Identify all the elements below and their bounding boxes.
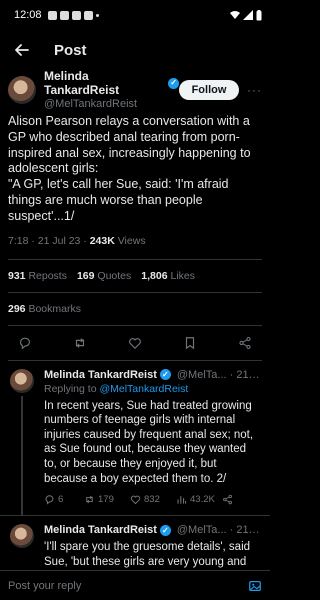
repost-icon bbox=[86, 495, 93, 504]
avatar[interactable] bbox=[10, 368, 34, 393]
reply-input[interactable]: Post your reply bbox=[8, 580, 248, 592]
likes-count: 1,806 bbox=[141, 269, 168, 282]
replying-to-link[interactable]: @MelTankardReist bbox=[99, 383, 188, 395]
image-icon[interactable] bbox=[248, 579, 262, 593]
author-handle[interactable]: @MelTankardReist bbox=[44, 97, 179, 111]
likes-label: Likes bbox=[167, 269, 195, 282]
verified-icon: ✓ bbox=[159, 369, 171, 381]
top-bar: Post bbox=[0, 30, 270, 70]
notification-icons bbox=[47, 10, 99, 20]
reply-composer[interactable]: Post your reply bbox=[0, 570, 270, 600]
reply-actions: 6 179 832 43.2K bbox=[44, 494, 262, 505]
post-timestamp: 7:18 · 21 Jul 23 · bbox=[8, 234, 90, 247]
post-actions bbox=[8, 326, 262, 361]
more-notifications-icon bbox=[95, 13, 99, 17]
quotes-count: 169 bbox=[76, 269, 95, 282]
repost-count: 179 bbox=[98, 494, 114, 506]
reply-repost-button[interactable]: 179 bbox=[84, 494, 130, 505]
replying-to-label: Replying to bbox=[44, 382, 100, 395]
like-icon[interactable] bbox=[128, 336, 142, 350]
author-info[interactable]: Melinda TankardReist ✓ @MelTankardReist bbox=[44, 69, 179, 111]
reply-text: In recent years, Sue had treated growing… bbox=[44, 399, 254, 485]
wifi-icon bbox=[230, 11, 240, 19]
views-label: Views bbox=[114, 234, 146, 247]
reply-post[interactable]: Melinda TankardReist ✓ @MelTa... · 21 Ju… bbox=[0, 361, 270, 516]
verified-icon: ✓ bbox=[168, 77, 179, 89]
bookmarks-label: Bookmarks bbox=[25, 302, 81, 315]
reply-like-button[interactable]: 832 bbox=[130, 494, 176, 505]
page-title: Post bbox=[54, 41, 87, 59]
follow-button[interactable]: Follow bbox=[179, 80, 239, 100]
notification-icon bbox=[47, 10, 57, 20]
more-options-icon[interactable]: ··· bbox=[247, 83, 262, 97]
reply-views-button[interactable]: 43.2K bbox=[176, 494, 222, 505]
views-icon bbox=[177, 496, 187, 504]
status-bar: 12:08 bbox=[0, 0, 270, 30]
avatar[interactable] bbox=[10, 524, 34, 549]
engagement-stats: 931 Reposts 169 Quotes 1,806 Likes bbox=[8, 260, 262, 293]
bookmarks-stat[interactable]: 296 Bookmarks bbox=[8, 293, 262, 326]
views-count: 243K bbox=[89, 234, 115, 247]
reply-count: 6 bbox=[58, 494, 64, 506]
status-time: 12:08 bbox=[14, 9, 42, 21]
reposts-count: 931 bbox=[8, 269, 26, 282]
reply-icon[interactable] bbox=[18, 336, 32, 350]
post-author-row: Melinda TankardReist ✓ @MelTankardReist … bbox=[8, 69, 262, 110]
reposts-stat[interactable]: 931 Reposts bbox=[8, 270, 67, 282]
notification-icon bbox=[83, 10, 93, 20]
back-arrow-icon bbox=[15, 44, 29, 56]
battery-icon bbox=[256, 9, 262, 20]
reply-handle-date: @MelTa... · 21 Jul bbox=[176, 368, 262, 381]
verified-icon: ✓ bbox=[159, 524, 171, 536]
avatar[interactable] bbox=[8, 76, 36, 104]
reply-header: Melinda TankardReist ✓ @MelTa... · 21 Ju… bbox=[44, 524, 262, 536]
author-name[interactable]: Melinda TankardReist bbox=[44, 69, 165, 97]
bookmark-icon[interactable] bbox=[183, 336, 197, 350]
view-count: 43.2K bbox=[190, 494, 215, 506]
repost-icon[interactable] bbox=[73, 336, 87, 350]
share-icon[interactable] bbox=[238, 336, 252, 350]
notification-icon bbox=[59, 10, 69, 20]
like-count: 832 bbox=[144, 494, 160, 506]
post-text: Alison Pearson relays a conversation wit… bbox=[8, 114, 251, 223]
reply-handle-date: @MelTa... · 21 Jul bbox=[176, 524, 262, 537]
notification-icon bbox=[71, 10, 81, 20]
reply-author-name[interactable]: Melinda TankardReist bbox=[44, 524, 157, 536]
post-meta: 7:18 · 21 Jul 23 · 243K Views bbox=[8, 235, 262, 260]
back-button[interactable] bbox=[12, 40, 32, 60]
replying-to: Replying to @MelTankardReist bbox=[44, 383, 262, 395]
thread-line bbox=[21, 395, 23, 516]
signal-icon bbox=[243, 10, 253, 20]
likes-stat[interactable]: 1,806 Likes bbox=[141, 270, 195, 282]
system-icons bbox=[230, 9, 262, 21]
reply-reply-button[interactable]: 6 bbox=[44, 494, 84, 505]
quotes-label: Quotes bbox=[94, 269, 132, 282]
reply-icon bbox=[45, 495, 54, 505]
reply-share-button[interactable] bbox=[222, 494, 262, 505]
main-post: Melinda TankardReist ✓ @MelTankardReist … bbox=[0, 69, 270, 361]
reply-author-name[interactable]: Melinda TankardReist bbox=[44, 369, 157, 381]
reposts-label: Reposts bbox=[25, 269, 67, 282]
like-icon bbox=[130, 495, 141, 505]
bookmarks-count: 296 bbox=[8, 302, 26, 315]
share-icon bbox=[223, 494, 232, 505]
quotes-stat[interactable]: 169 Quotes bbox=[77, 270, 131, 282]
reply-header: Melinda TankardReist ✓ @MelTa... · 21 Ju… bbox=[44, 369, 262, 381]
